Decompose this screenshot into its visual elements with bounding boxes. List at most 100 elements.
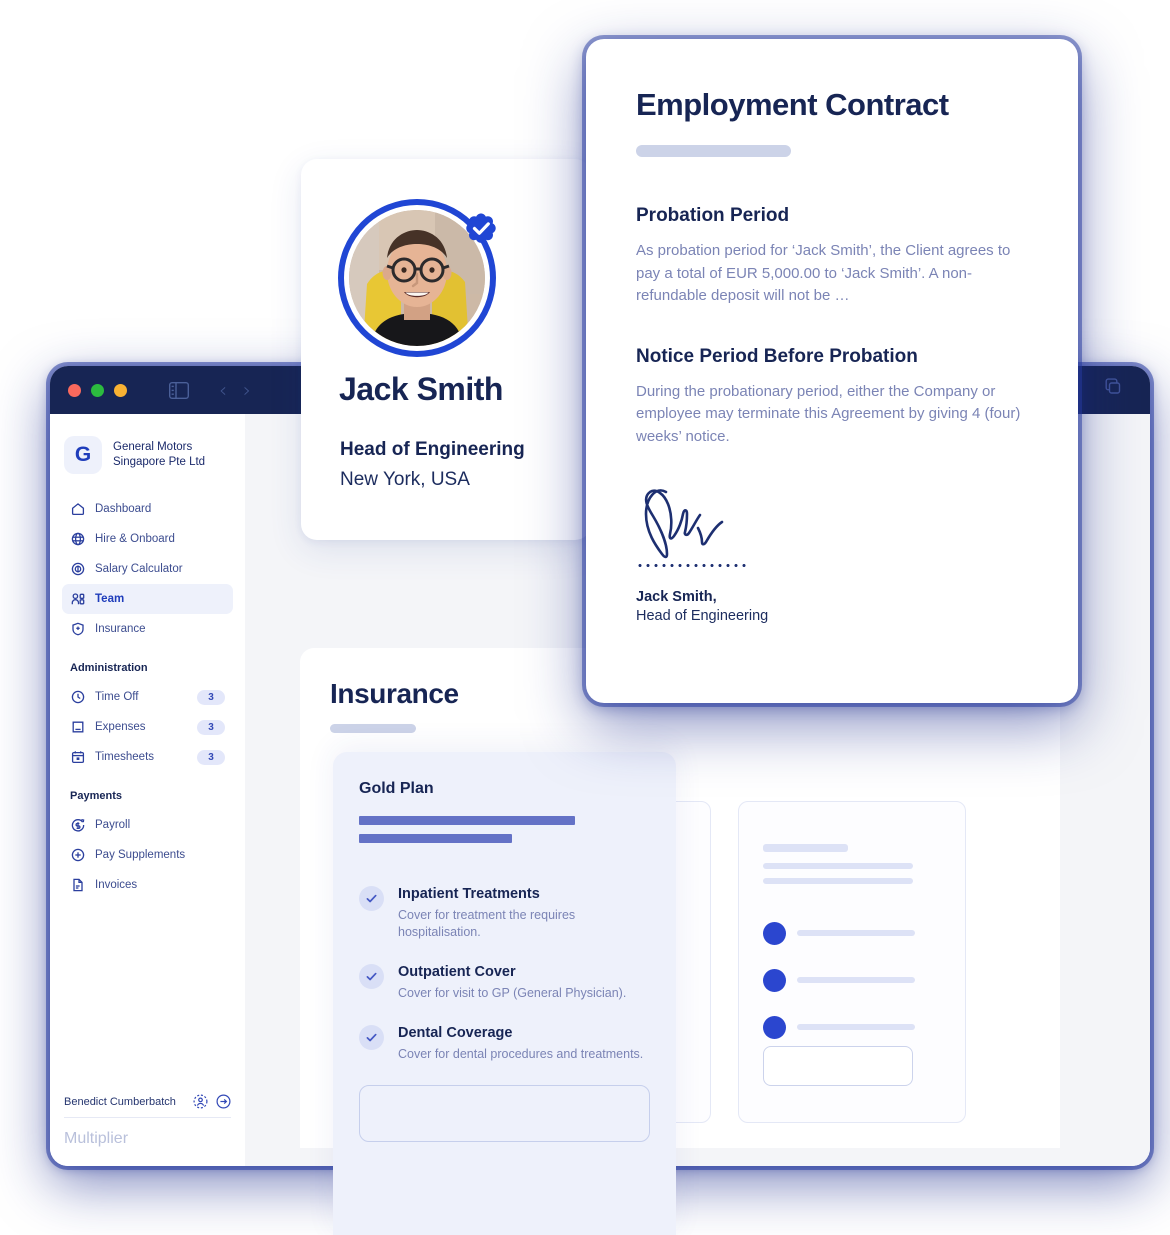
payroll-icon [70, 818, 85, 833]
sidebar-item-hire-and-onboard[interactable]: Hire & Onboard [62, 524, 233, 554]
sidebar-user-name: Benedict Cumberbatch [64, 1095, 176, 1108]
sidebar-panel-icon[interactable] [169, 381, 189, 399]
employee-location: New York, USA [340, 469, 470, 490]
organization-name: General Motors Singapore Pte Ltd [113, 440, 205, 470]
close-window-button[interactable] [68, 383, 81, 397]
window-traffic-lights [68, 383, 127, 397]
feature-description: Cover for dental procedures and treatmen… [398, 1047, 644, 1061]
sidebar-item-team[interactable]: Team [62, 584, 233, 614]
sidebar-item-badge: 3 [197, 689, 225, 705]
page-subtitle-placeholder [330, 724, 416, 733]
plan-bullet-dot [763, 969, 786, 992]
page-title: Insurance [330, 678, 459, 709]
feature-text: Inpatient Treatments Cover for treatment… [398, 885, 650, 941]
list-item: Inpatient Treatments Cover for treatment… [359, 885, 650, 941]
app-sidebar: G General Motors Singapore Pte Ltd Dashb… [50, 414, 245, 1166]
user-dashed-circle-icon[interactable] [193, 1094, 208, 1109]
sidebar-item-label: Time Off [95, 691, 139, 703]
sidebar-user-row[interactable]: Benedict Cumberbatch [64, 1094, 231, 1118]
home-icon [70, 502, 85, 517]
gold-plan-card[interactable]: Gold Plan Inpatient Treatments Cover for… [333, 752, 676, 1235]
organization-switcher[interactable]: G General Motors Singapore Pte Ltd [50, 414, 245, 474]
check-icon [359, 964, 384, 989]
handwritten-signature-icon [644, 489, 724, 559]
skeleton-line [763, 863, 913, 869]
sidebar-item-label: Payroll [95, 819, 131, 831]
plan-skeleton-card-b[interactable] [738, 801, 966, 1123]
sidebar-item-badge: 3 [197, 749, 225, 765]
gold-plan-placeholder-bar-1 [359, 816, 575, 825]
sidebar-item-label: Salary Calculator [95, 563, 183, 575]
employment-contract-card[interactable]: Employment Contract Probation Period As … [586, 39, 1078, 703]
feature-text: Dental Coverage Cover for dental procedu… [398, 1024, 643, 1063]
section-body: As probation period for ‘Jack Smith’, th… [636, 242, 1011, 304]
contract-section-notice-period: Notice Period Before Probation During th… [636, 346, 1028, 449]
sidebar-item-label: Hire & Onboard [95, 533, 175, 545]
sidebar-item-insurance[interactable]: Insurance [62, 614, 233, 644]
sidebar-item-badge: 3 [197, 719, 225, 735]
contract-section-probation-period: Probation Period As probation period for… [636, 205, 1028, 308]
clock-icon [70, 690, 85, 705]
plan-action-button[interactable] [763, 1046, 913, 1086]
skeleton-line [763, 844, 848, 852]
people-icon [70, 592, 85, 607]
sidebar-section-payments: Payments [70, 790, 122, 802]
sidebar-item-expenses[interactable]: Expenses 3 [62, 712, 233, 742]
chevron-left-icon[interactable]: ‹ [219, 380, 227, 400]
signatory-name: Jack Smith, [636, 589, 717, 605]
dollar-circle-icon [70, 562, 85, 577]
sidebar-primary-nav: Dashboard Hire & Onboard Salary Calculat… [50, 474, 245, 900]
employee-name: Jack Smith [339, 371, 503, 407]
sidebar-item-label: Timesheets [95, 751, 155, 763]
sidebar-item-dashboard[interactable]: Dashboard [62, 494, 233, 524]
check-icon [359, 1025, 384, 1050]
feature-text: Outpatient Cover Cover for visit to GP (… [398, 963, 626, 1002]
organization-name-line2: Singapore Pte Ltd [113, 456, 206, 468]
list-item: Dental Coverage Cover for dental procedu… [359, 1024, 650, 1063]
sidebar-item-label: Dashboard [95, 503, 152, 515]
sidebar-item-label: Insurance [95, 623, 146, 635]
plan-bullet-dot [763, 1016, 786, 1039]
product-brand-name: Multiplier [64, 1130, 129, 1147]
maximize-window-button[interactable] [91, 383, 104, 397]
skeleton-line [797, 930, 915, 936]
signatory-role: Head of Engineering [636, 608, 769, 624]
feature-name: Dental Coverage [398, 1025, 513, 1041]
sidebar-item-payroll[interactable]: Payroll [62, 810, 233, 840]
verified-badge-icon [458, 205, 504, 251]
feature-description: Cover for treatment the requires hospita… [398, 908, 576, 939]
minimize-window-button[interactable] [114, 383, 127, 397]
screenshot-stage: ‹ › G General Motors Singapore Pte Ltd D… [0, 0, 1170, 1235]
plus-circle-icon [70, 848, 85, 863]
plan-bullet-dot [763, 922, 786, 945]
skeleton-line [797, 1024, 915, 1030]
sidebar-item-time-off[interactable]: Time Off 3 [62, 682, 233, 712]
section-body: During the probationary period, either t… [636, 382, 1021, 445]
sidebar-item-label: Expenses [95, 721, 146, 733]
sidebar-footer: Benedict Cumberbatch Multiplier [50, 1094, 245, 1166]
gold-plan-action-button[interactable] [359, 1085, 650, 1142]
arrow-right-circle-icon[interactable] [216, 1094, 231, 1109]
employee-role: Head of Engineering [340, 439, 525, 460]
section-heading: Probation Period [636, 205, 790, 226]
receipt-icon [70, 720, 85, 735]
document-icon [70, 878, 85, 893]
sidebar-item-invoices[interactable]: Invoices [62, 870, 233, 900]
sidebar-item-timesheets[interactable]: Timesheets 3 [62, 742, 233, 772]
chevron-right-icon[interactable]: › [243, 380, 251, 400]
sidebar-item-salary-calculator[interactable]: Salary Calculator [62, 554, 233, 584]
section-heading: Notice Period Before Probation [636, 345, 918, 367]
globe-icon [70, 532, 85, 547]
copy-icon[interactable] [1104, 378, 1124, 403]
employee-profile-card[interactable]: Jack Smith Head of Engineering New York,… [301, 159, 591, 540]
sidebar-item-pay-supplements[interactable]: Pay Supplements [62, 840, 233, 870]
organization-logo: G [64, 436, 102, 474]
gold-plan-placeholder-bar-2 [359, 834, 512, 843]
list-item: Outpatient Cover Cover for visit to GP (… [359, 963, 650, 1002]
gold-plan-title: Gold Plan [359, 780, 434, 797]
contract-signature-block: Jack Smith, Head of Engineering [636, 484, 1028, 624]
feature-description: Cover for visit to GP (General Physician… [398, 986, 627, 1000]
avatar[interactable] [338, 199, 496, 357]
contract-title: Employment Contract [636, 87, 949, 122]
